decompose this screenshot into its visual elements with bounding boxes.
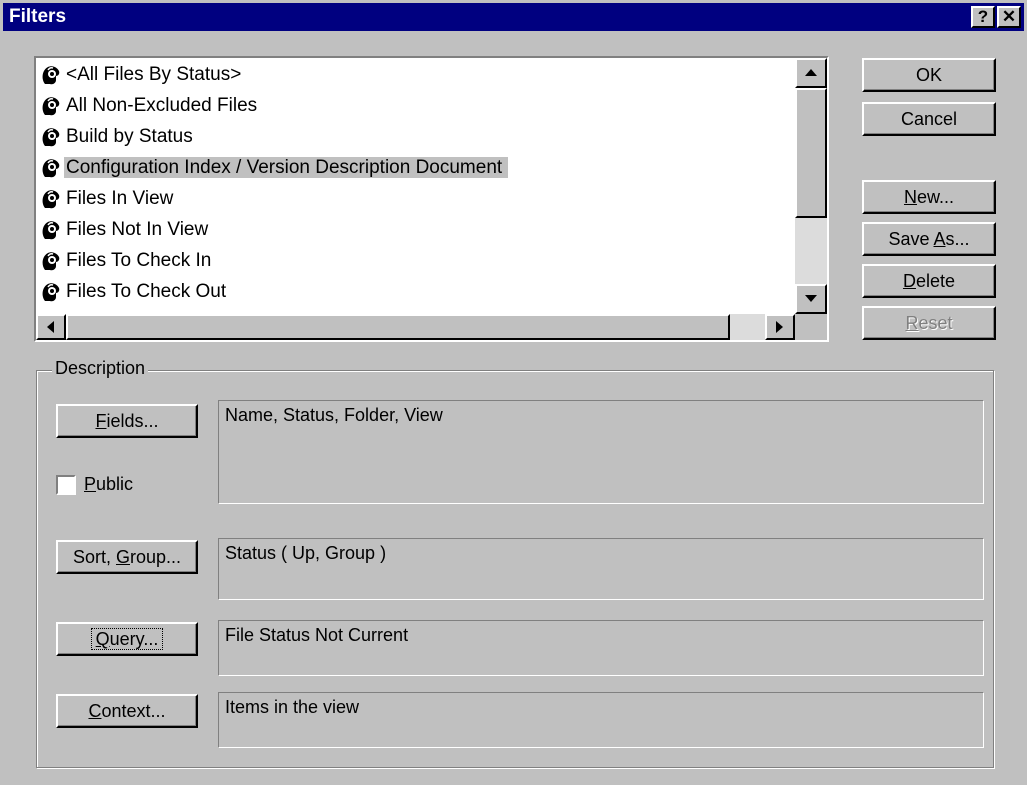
filter-list-item[interactable]: <All Files By Status>	[40, 60, 247, 90]
fields-accel-key: F	[95, 411, 107, 431]
filter-list-item-label: <All Files By Status>	[66, 64, 242, 85]
filter-list-item-label: Configuration Index / Version Descriptio…	[64, 157, 509, 178]
down-arrow-icon	[805, 295, 817, 302]
reset-label-post: eset	[918, 313, 953, 333]
reset-accel-key: R	[905, 313, 919, 333]
horizontal-scrollbar[interactable]	[36, 314, 795, 340]
filter-icon	[40, 126, 62, 148]
save-as-accel-key: A	[933, 229, 946, 249]
new-accel-key: N	[903, 187, 917, 207]
delete-accel-key: D	[902, 271, 916, 291]
scroll-left-button[interactable]	[36, 314, 66, 340]
description-group-label: Description	[52, 358, 149, 379]
fields-button[interactable]: Fields...	[56, 404, 198, 438]
filter-icon	[40, 188, 62, 210]
new-label-post: ew...	[916, 187, 955, 207]
filter-icon	[40, 64, 62, 86]
fields-value: Name, Status, Folder, View	[218, 400, 984, 504]
filters-list: <All Files By Status> All Non-Excluded Fi…	[36, 58, 795, 314]
reset-button[interactable]: Reset	[862, 306, 996, 340]
filter-list-item[interactable]: All Non-Excluded Files	[40, 91, 263, 121]
query-value: File Status Not Current	[218, 620, 984, 676]
filter-icon	[40, 95, 62, 117]
public-checkbox-label[interactable]: Public	[84, 474, 133, 495]
right-arrow-icon	[776, 321, 783, 333]
sort-label-post: roup...	[130, 547, 182, 567]
query-accel-key: Q	[95, 629, 110, 649]
save-as-label-pre: Save	[888, 229, 934, 249]
ok-button[interactable]: OK	[862, 58, 996, 92]
filter-icon	[40, 281, 62, 303]
help-button[interactable]: ?	[971, 6, 995, 28]
sort-group-button[interactable]: Sort, Group...	[56, 540, 198, 574]
filter-list-item[interactable]: Files Not In View	[40, 215, 214, 245]
filters-listbox[interactable]: <All Files By Status> All Non-Excluded Fi…	[34, 56, 829, 342]
query-focus-rect: Query...	[90, 628, 164, 650]
context-button[interactable]: Context...	[56, 694, 198, 728]
scroll-down-button[interactable]	[795, 284, 827, 314]
filter-icon	[40, 219, 62, 241]
filter-list-item-label: Files To Check In	[66, 250, 212, 271]
filter-list-item[interactable]: Files To Check Out	[40, 277, 232, 307]
vertical-scrollbar[interactable]	[795, 58, 827, 314]
fields-label-post: ields...	[106, 411, 159, 431]
scrollbar-corner	[795, 314, 827, 340]
window-title: Filters	[9, 6, 67, 27]
filter-icon	[40, 157, 62, 179]
query-label-post: uery...	[109, 629, 159, 649]
context-accel-key: C	[88, 701, 102, 721]
sort-group-value: Status ( Up, Group )	[218, 538, 984, 600]
context-value: Items in the view	[218, 692, 984, 748]
filters-dialog: Filters ? ✕ <All Files By Status> All Non…	[0, 0, 1027, 785]
public-accel-key: P	[84, 474, 97, 494]
scroll-right-button[interactable]	[765, 314, 795, 340]
left-arrow-icon	[47, 321, 54, 333]
delete-button[interactable]: Delete	[862, 264, 996, 298]
filter-list-item[interactable]: Configuration Index / Version Descriptio…	[40, 153, 509, 183]
filter-list-item[interactable]: Files To Check In	[40, 246, 217, 276]
filter-icon	[40, 250, 62, 272]
up-arrow-icon	[805, 69, 817, 76]
cancel-button[interactable]: Cancel	[862, 102, 996, 136]
context-label-post: ontext...	[101, 701, 166, 721]
public-checkbox[interactable]	[56, 475, 76, 495]
filter-list-item-label: Build by Status	[66, 126, 193, 147]
filter-list-item-label: All Non-Excluded Files	[66, 95, 258, 116]
query-button[interactable]: Query...	[56, 622, 198, 656]
public-label-post: ublic	[96, 474, 134, 494]
filter-list-item-label: Files In View	[66, 188, 174, 209]
scroll-thumb[interactable]	[795, 88, 827, 218]
sort-label-pre: Sort,	[72, 547, 116, 567]
filter-list-item-label: Files To Check Out	[66, 281, 227, 302]
filter-list-item[interactable]: Build by Status	[40, 122, 199, 152]
close-button[interactable]: ✕	[997, 6, 1021, 28]
delete-label-post: elete	[915, 271, 956, 291]
filter-list-item[interactable]: Files In View	[40, 184, 179, 214]
scroll-up-button[interactable]	[795, 58, 827, 88]
filter-list-item-label: Files Not In View	[66, 219, 209, 240]
title-bar[interactable]: Filters ? ✕	[3, 3, 1024, 31]
save-as-button[interactable]: Save As...	[862, 222, 996, 256]
save-as-label-post: s...	[945, 229, 970, 249]
sort-accel-key: G	[115, 547, 130, 567]
horizontal-scroll-thumb[interactable]	[66, 314, 730, 340]
new-button[interactable]: New...	[862, 180, 996, 214]
